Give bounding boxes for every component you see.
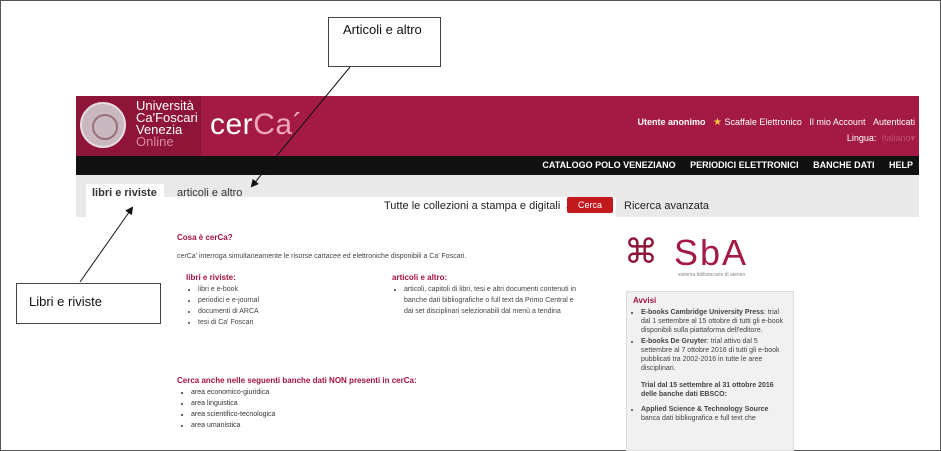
callout-articoli: Articoli e altro: [328, 17, 441, 67]
callout-libri: Libri e riviste: [16, 283, 161, 324]
annotation-arrows: [79, 66, 351, 283]
arrow-articoli: [250, 66, 351, 188]
arrow-libri: [79, 206, 134, 283]
